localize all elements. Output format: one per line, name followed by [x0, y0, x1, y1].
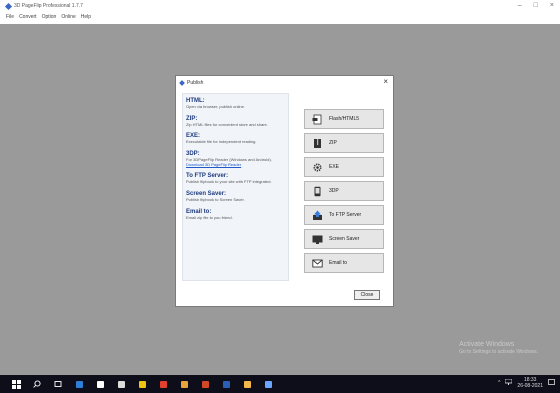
close-window-button[interactable]: × — [550, 2, 554, 9]
info-html: HTML: Open via browser, publish online. — [186, 98, 285, 110]
button-label: Screen Saver — [329, 236, 360, 242]
gear-icon — [311, 161, 323, 173]
button-label: 3DP — [329, 188, 339, 194]
menu-online[interactable]: Online — [61, 14, 75, 20]
publish-html-button[interactable]: Flash/HTML5 — [304, 109, 384, 129]
taskbar-store-glyph — [96, 380, 104, 388]
taskbar-edge-icon[interactable] — [70, 375, 88, 393]
button-label: ZIP — [329, 140, 337, 146]
maximize-button[interactable]: □ — [534, 2, 538, 9]
activate-windows-watermark: Activate Windows Go to Settings to activ… — [459, 340, 538, 356]
app-titlebar: 3D PageFlip Professional 1.7.7 – □ × — [0, 0, 560, 12]
button-label: Flash/HTML5 — [329, 116, 360, 122]
dialog-body: HTML: Open via browser, publish online. … — [182, 93, 387, 281]
taskbar-store-icon[interactable] — [91, 375, 109, 393]
info-panel: HTML: Open via browser, publish online. … — [182, 93, 289, 281]
monitor-icon — [311, 233, 323, 245]
info-desc: Zip HTML files for convenient store and … — [186, 121, 268, 127]
windows-start-icon[interactable] — [7, 375, 25, 393]
taskbar-mail-glyph — [117, 380, 125, 388]
taskbar-edge-glyph — [75, 380, 83, 388]
ftp-upload-icon — [311, 209, 323, 221]
publish-ftp-button[interactable]: To FTP Server — [304, 205, 384, 225]
watermark-subtitle: Go to Settings to activate Windows. — [459, 349, 538, 356]
dialog-close-icon[interactable]: × — [383, 77, 388, 86]
button-label: EXE — [329, 164, 340, 170]
publish-dialog: Publish × HTML: Open via browser, publis… — [175, 75, 394, 307]
info-desc: Email zip file to you friend. — [186, 214, 233, 220]
info-zip: ZIP: Zip HTML files for convenient store… — [186, 116, 285, 128]
menu-bar: File Convert Option Online Help — [0, 12, 560, 22]
taskbar-word-icon[interactable] — [217, 375, 235, 393]
network-icon[interactable] — [505, 378, 513, 387]
taskbar: ^ 18:33 26-08-2021 — [0, 375, 560, 393]
menu-help[interactable]: Help — [81, 14, 91, 20]
publish-email-button[interactable]: Email to — [304, 253, 384, 273]
watermark-title: Activate Windows — [459, 341, 515, 348]
publish-buttons: Flash/HTML5 ZIP EXE 3DP To FTP Server Sc… — [304, 109, 384, 281]
info-desc: Executable file for independent reading. — [186, 139, 257, 145]
taskbar-pageflip-icon[interactable] — [259, 375, 277, 393]
taskbar-chrome-glyph — [159, 380, 167, 388]
taskbar-notes-icon[interactable] — [238, 375, 256, 393]
app-title: 3D PageFlip Professional 1.7.7 — [14, 3, 83, 9]
publish-exe-button[interactable]: EXE — [304, 157, 384, 177]
taskbar-paint-icon[interactable] — [175, 375, 193, 393]
info-exe: EXE: Executable file for independent rea… — [186, 133, 285, 145]
taskbar-files-glyph — [138, 380, 146, 388]
menu-file[interactable]: File — [6, 14, 14, 20]
info-3dp: 3DP: For 3DPageFlip Reader (Windows and … — [186, 151, 285, 168]
taskbar-powerpoint-icon[interactable] — [196, 375, 214, 393]
search-icon[interactable] — [28, 375, 46, 393]
taskbar-files-icon[interactable] — [133, 375, 151, 393]
download-reader-link[interactable]: Download 3D PageFlip Reader — [186, 162, 285, 167]
button-label: To FTP Server — [329, 212, 362, 218]
dialog-titlebar: Publish × — [176, 76, 393, 89]
info-email: Email to: Email zip file to you friend. — [186, 209, 285, 221]
taskbar-paint-glyph — [180, 380, 188, 388]
menu-convert[interactable]: Convert — [19, 14, 37, 20]
info-screensaver: Screen Saver: Publish flipbook to Screen… — [186, 191, 285, 203]
info-desc: Publish flipbook to your site with FTP i… — [186, 179, 272, 185]
device-icon — [311, 185, 323, 197]
email-icon — [311, 257, 323, 269]
publish-screensaver-button[interactable]: Screen Saver — [304, 229, 384, 249]
publish-3dp-button[interactable]: 3DP — [304, 181, 384, 201]
tray-chevron-icon[interactable]: ^ — [498, 380, 500, 386]
app-logo-icon — [4, 2, 13, 10]
taskbar-notes-glyph — [243, 380, 251, 388]
taskbar-chrome-icon[interactable] — [154, 375, 172, 393]
minimize-button[interactable]: – — [518, 2, 522, 9]
taskbar-word-glyph — [222, 380, 230, 388]
dialog-title: Publish — [187, 79, 204, 86]
close-button[interactable]: Close — [354, 290, 380, 300]
dialog-logo-icon — [179, 79, 185, 86]
info-ftp: To FTP Server: Publish flipbook to your … — [186, 173, 285, 185]
publish-zip-button[interactable]: ZIP — [304, 133, 384, 153]
taskbar-mail-icon[interactable] — [112, 375, 130, 393]
window-controls: – □ × — [518, 2, 554, 9]
info-desc: Open via browser, publish online. — [186, 104, 245, 109]
taskbar-apps — [70, 375, 280, 393]
info-desc: Publish flipbook to Screen Saver. — [186, 196, 245, 202]
system-tray: ^ 18:33 26-08-2021 — [498, 377, 555, 389]
html-page-icon — [311, 113, 323, 125]
zip-icon — [311, 137, 323, 149]
button-label: Email to — [329, 260, 348, 266]
menu-option[interactable]: Option — [42, 14, 57, 20]
taskbar-powerpoint-glyph — [201, 380, 209, 388]
task-view-icon[interactable] — [49, 375, 67, 393]
taskbar-pageflip-glyph — [264, 380, 272, 388]
notifications-icon[interactable] — [548, 378, 555, 388]
clock[interactable]: 18:33 26-08-2021 — [517, 377, 543, 389]
clock-date: 26-08-2021 — [517, 383, 543, 389]
